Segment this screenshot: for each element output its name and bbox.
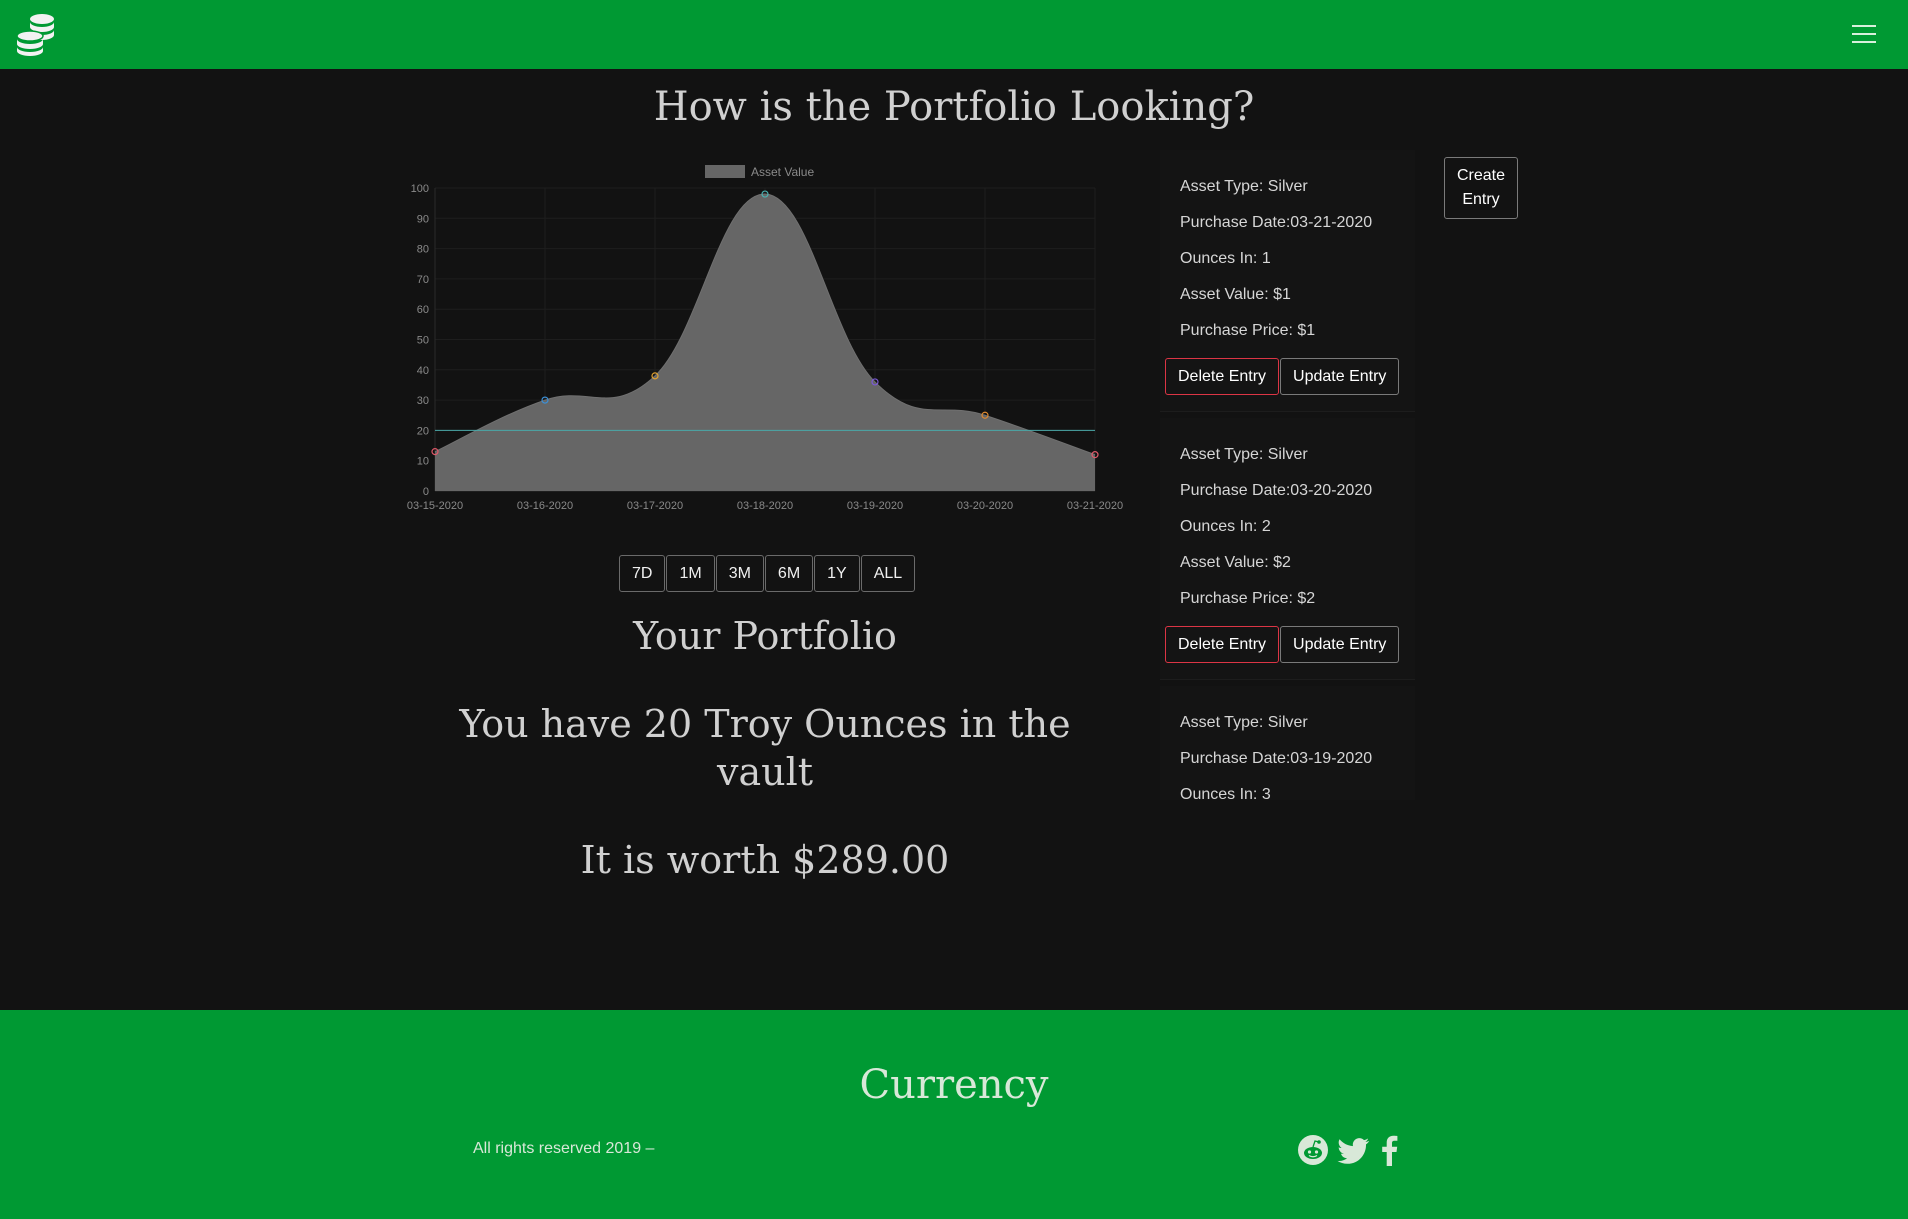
page-title: How is the Portfolio Looking? [653, 84, 1255, 130]
y-tick-label: 20 [417, 425, 429, 437]
x-tick-label: 03-16-2020 [517, 500, 573, 512]
range-button-1m[interactable]: 1M [666, 555, 715, 592]
entry-card: Asset Type: Silver Purchase Date:03-21-2… [1160, 150, 1415, 412]
entry-actions: Delete Entry Update Entry [1165, 358, 1415, 395]
range-button-all[interactable]: ALL [860, 555, 916, 592]
entry-purchase-price: Purchase Price: $2 [1180, 590, 1316, 607]
footer: Currency All rights reserved 2019 – [0, 1010, 1908, 1219]
hamburger-line [1852, 25, 1876, 27]
y-tick-label: 50 [417, 335, 429, 347]
entry-purchase-price: Purchase Price: $1 [1180, 322, 1316, 339]
social-links [1297, 1134, 1399, 1166]
entry-actions: Delete Entry Update Entry [1165, 626, 1415, 663]
legend-label: Asset Value [751, 165, 814, 179]
delete-entry-button[interactable]: Delete Entry [1165, 358, 1280, 395]
entry-ounces: Ounces In: 2 [1180, 518, 1271, 535]
y-tick-label: 80 [417, 244, 429, 256]
entry-ounces: Ounces In: 1 [1180, 250, 1271, 267]
range-selector: 7D 1M 3M 6M 1Y ALL [619, 555, 916, 592]
twitter-icon[interactable] [1337, 1134, 1371, 1166]
entry-ounces: Ounces In: 3 [1180, 786, 1271, 800]
x-tick-label: 03-18-2020 [737, 500, 793, 512]
range-button-7d[interactable]: 7D [619, 555, 666, 592]
hamburger-icon[interactable] [1852, 25, 1876, 45]
range-button-6m[interactable]: 6M [764, 555, 814, 592]
entry-asset-type: Asset Type: Silver [1180, 446, 1308, 463]
y-tick-label: 60 [417, 304, 429, 316]
legend-swatch [705, 165, 745, 178]
chart-svg: 0 10 20 30 40 50 60 70 80 90 100 03-15-2020 03-16-20… [407, 165, 1123, 512]
entries-list: Asset Type: Silver Purchase Date:03-21-2… [1160, 150, 1415, 800]
y-tick-label: 10 [417, 456, 429, 468]
entry-asset-type: Asset Type: Silver [1180, 178, 1308, 195]
entry-purchase-date: Purchase Date:03-19-2020 [1180, 750, 1373, 767]
series-area-asset-value [435, 194, 1095, 491]
update-entry-button[interactable]: Update Entry [1280, 358, 1400, 395]
x-tick-label: 03-17-2020 [627, 500, 683, 512]
entry-asset-value: Asset Value: $2 [1180, 554, 1291, 571]
hamburger-line [1852, 33, 1876, 35]
entry-card: Asset Type: Silver Purchase Date:03-20-2… [1160, 418, 1415, 680]
entry-asset-type: Asset Type: Silver [1180, 714, 1308, 731]
footer-brand: Currency [859, 1062, 1049, 1108]
y-tick-label: 30 [417, 395, 429, 407]
entry-purchase-date: Purchase Date:03-20-2020 [1180, 482, 1373, 499]
y-tick-label: 100 [411, 183, 429, 195]
range-button-3m[interactable]: 3M [715, 555, 764, 592]
ounces-summary: You have 20 Troy Ounces in the vault [459, 702, 1071, 794]
x-tick-label: 03-19-2020 [847, 500, 903, 512]
y-tick-label: 90 [417, 213, 429, 225]
y-tick-label: 0 [423, 486, 429, 498]
portfolio-heading: Your Portfolio [633, 614, 897, 658]
entry-card: Asset Type: Silver Purchase Date:03-19-2… [1160, 686, 1415, 800]
top-navbar [0, 0, 1908, 69]
worth-summary: It is worth $289.00 [580, 838, 950, 882]
facebook-icon[interactable] [1379, 1134, 1399, 1166]
reddit-icon[interactable] [1297, 1134, 1329, 1166]
delete-entry-button[interactable]: Delete Entry [1165, 626, 1280, 663]
hamburger-line [1852, 41, 1876, 43]
coins-stack-icon[interactable] [14, 12, 58, 56]
entry-asset-value: Asset Value: $1 [1180, 286, 1291, 303]
y-tick-label: 70 [417, 274, 429, 286]
update-entry-button[interactable]: Update Entry [1280, 626, 1400, 663]
asset-value-chart: 0 10 20 30 40 50 60 70 80 90 100 03-15-2020 03-16-20… [395, 155, 1135, 525]
y-tick-label: 40 [417, 365, 429, 377]
x-tick-label: 03-20-2020 [957, 500, 1013, 512]
footer-copyright: All rights reserved 2019 – [473, 1140, 655, 1157]
x-tick-label: 03-15-2020 [407, 500, 463, 512]
range-button-1y[interactable]: 1Y [814, 555, 860, 592]
x-tick-label: 03-21-2020 [1067, 500, 1123, 512]
create-entry-button[interactable]: Create Entry [1444, 157, 1518, 219]
entry-purchase-date: Purchase Date:03-21-2020 [1180, 214, 1373, 231]
